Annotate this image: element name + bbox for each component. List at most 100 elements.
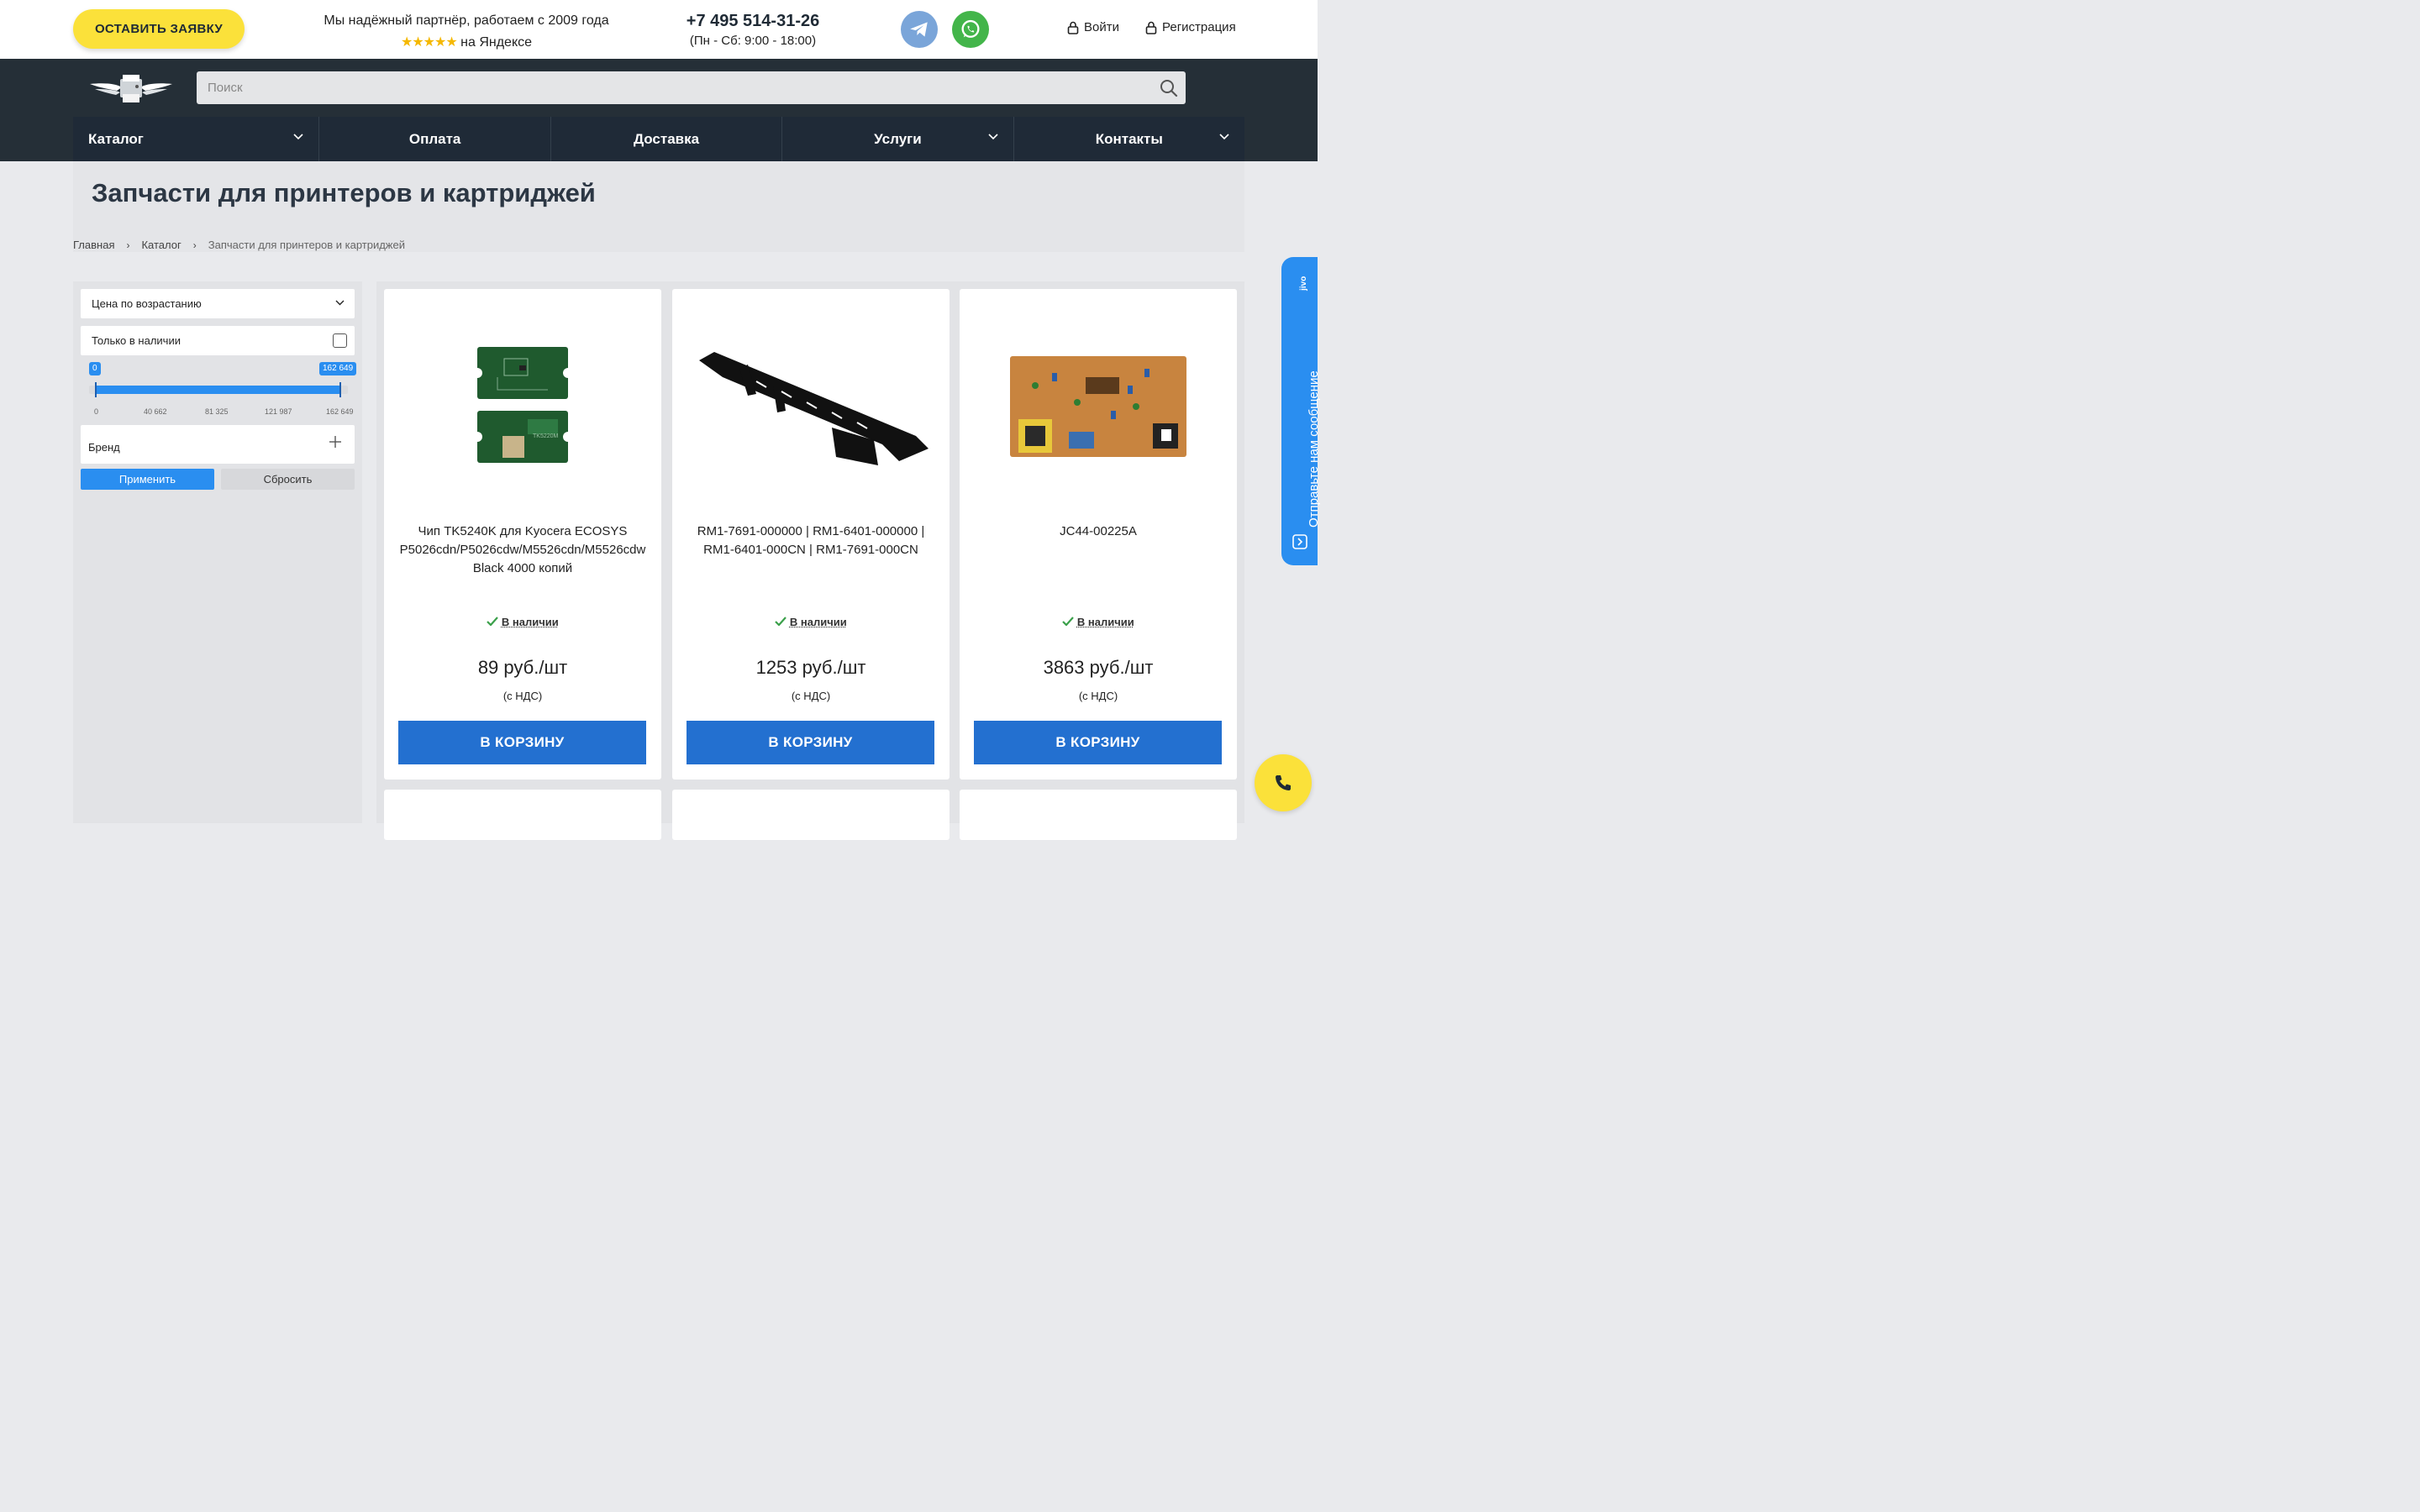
chevron-down-icon <box>1219 134 1229 140</box>
lock-icon <box>1145 21 1157 34</box>
product-price: 1253 руб./шт <box>755 657 866 678</box>
vat-note: (с НДС) <box>791 690 831 702</box>
product-image[interactable]: TK5220M <box>397 306 648 507</box>
in-stock-label: Только в наличии <box>92 334 181 347</box>
breadcrumb: Главная › Каталог › Запчасти для принтер… <box>73 239 405 251</box>
product-card <box>960 790 1237 840</box>
nav-item-services[interactable]: Услуги <box>782 117 1014 161</box>
search-input[interactable] <box>197 71 1186 104</box>
product-name[interactable]: RM1-7691-000000 | RM1-6401-000000 | RM1-… <box>682 522 939 559</box>
price-tick: 121 987 <box>265 407 292 416</box>
phone-icon <box>1276 775 1291 790</box>
apply-filters-button[interactable]: Применить <box>81 469 214 490</box>
vat-note: (с НДС) <box>1078 690 1118 702</box>
nav-item-contacts[interactable]: Контакты <box>1013 117 1245 161</box>
product-image[interactable] <box>686 306 936 507</box>
in-stock-filter: Только в наличии <box>81 326 355 355</box>
yandex-rating-text: на Яндексе <box>460 35 533 50</box>
check-icon <box>775 617 787 627</box>
request-button[interactable]: ОСТАВИТЬ ЗАЯВКУ <box>73 9 245 49</box>
jivo-logo: jivo <box>1299 276 1308 291</box>
search-icon[interactable] <box>1160 79 1178 97</box>
breadcrumb-catalog[interactable]: Каталог <box>141 239 181 251</box>
brand-filter[interactable]: Бренд <box>81 425 355 464</box>
price-tick: 0 <box>94 407 99 416</box>
price-tick: 81 325 <box>205 407 229 416</box>
whatsapp-icon[interactable] <box>952 11 989 48</box>
availability-label: В наличии <box>789 616 847 628</box>
nav-item-delivery[interactable]: Доставка <box>550 117 783 161</box>
check-icon <box>1062 617 1075 627</box>
product-card <box>384 790 661 840</box>
login-label: Войти <box>1084 20 1119 34</box>
nav-item-payment[interactable]: Оплата <box>319 117 551 161</box>
call-back-button[interactable] <box>1255 754 1312 811</box>
page-header: Запчасти для принтеров и картриджей Глав… <box>73 161 1244 252</box>
vat-note: (с НДС) <box>502 690 543 702</box>
nav-item-label: Каталог <box>88 130 144 147</box>
partner-info: Мы надёжный партнёр, работаем с 2009 год… <box>307 10 626 54</box>
add-to-cart-button[interactable]: В КОРЗИНУ <box>974 721 1222 764</box>
reset-filters-button[interactable]: Сбросить <box>221 469 355 490</box>
register-link[interactable]: Регистрация <box>1145 20 1236 34</box>
chevron-right-icon: › <box>192 239 197 251</box>
check-icon <box>487 617 499 627</box>
availability-status: В наличии <box>384 616 661 628</box>
nav-item-label: Контакты <box>1095 130 1163 147</box>
chevron-down-icon <box>293 134 303 140</box>
nav-item-catalog[interactable]: Каталог <box>73 117 320 161</box>
price-min-tag[interactable]: 0 <box>89 362 101 375</box>
lock-icon <box>1067 21 1079 34</box>
brand-filter-label: Бренд <box>88 441 120 454</box>
price-max-handle[interactable] <box>339 382 341 397</box>
top-bar: ОСТАВИТЬ ЗАЯВКУ Мы надёжный партнёр, раб… <box>0 0 1318 59</box>
price-max-tag[interactable]: 162 649 <box>319 362 357 375</box>
chevron-right-icon: › <box>126 239 130 251</box>
login-link[interactable]: Войти <box>1067 20 1119 34</box>
in-stock-checkbox[interactable] <box>333 333 347 348</box>
product-price: 89 руб./шт <box>477 657 568 678</box>
product-card: TK5220M Чип TK5240K для Kyocera ECOSYS P… <box>384 289 661 780</box>
price-range-track <box>95 386 340 394</box>
filter-sidebar: Цена по возрастанию Только в наличии 0 1… <box>73 281 362 823</box>
plus-icon <box>329 436 341 448</box>
availability-label: В наличии <box>501 616 559 628</box>
phone-number[interactable]: +7 495 514-31-26 <box>664 10 842 32</box>
add-to-cart-button[interactable]: В КОРЗИНУ <box>398 721 646 764</box>
product-card <box>672 790 950 840</box>
register-label: Регистрация <box>1162 20 1236 34</box>
telegram-icon[interactable] <box>901 11 938 48</box>
product-card: JC44-00225A В наличии 3863 руб./шт (с НД… <box>960 289 1237 780</box>
breadcrumb-home[interactable]: Главная <box>73 239 114 251</box>
availability-status: В наличии <box>672 616 950 628</box>
chip-marking: TK5220M <box>533 433 559 439</box>
partner-text: Мы надёжный партнёр, работаем с 2009 год… <box>324 13 609 28</box>
availability-label: В наличии <box>1076 616 1134 628</box>
header-band: Каталог Оплата Доставка Услуги Контакты <box>0 59 1318 161</box>
product-name[interactable]: JC44-00225A <box>970 522 1227 541</box>
product-card: RM1-7691-000000 | RM1-6401-000000 | RM1-… <box>672 289 950 780</box>
sort-select[interactable]: Цена по возрастанию <box>81 289 355 318</box>
site-logo[interactable] <box>88 72 174 106</box>
nav-item-label: Оплата <box>408 130 461 147</box>
availability-status: В наличии <box>960 616 1237 628</box>
product-name[interactable]: Чип TK5240K для Kyocera ECOSYS P5026cdn/… <box>394 522 651 578</box>
page-title: Запчасти для принтеров и картриджей <box>92 178 596 207</box>
main-nav: Каталог Оплата Доставка Услуги Контакты <box>73 117 1245 161</box>
chevron-down-icon <box>335 300 345 306</box>
sort-select-value: Цена по возрастанию <box>92 297 202 310</box>
price-min-handle[interactable] <box>95 382 97 397</box>
nav-item-label: Доставка <box>633 130 700 147</box>
product-grid: TK5220M Чип TK5240K для Kyocera ECOSYS P… <box>376 281 1244 840</box>
product-price: 3863 руб./шт <box>1043 657 1154 678</box>
search-bar <box>197 71 1186 104</box>
chat-widget-tab[interactable]: jivo Отправьте нам сообщение <box>1281 257 1321 565</box>
chevron-down-icon <box>988 134 998 140</box>
nav-item-label: Услуги <box>874 130 922 147</box>
product-image[interactable] <box>973 306 1223 507</box>
breadcrumb-current: Запчасти для принтеров и картриджей <box>208 239 405 251</box>
price-tick: 162 649 <box>326 407 354 416</box>
add-to-cart-button[interactable]: В КОРЗИНУ <box>687 721 934 764</box>
yandex-rating-stars: ★★★★★ <box>400 35 458 50</box>
contact-phone: +7 495 514-31-26 (Пн - Сб: 9:00 - 18:00) <box>664 10 842 50</box>
